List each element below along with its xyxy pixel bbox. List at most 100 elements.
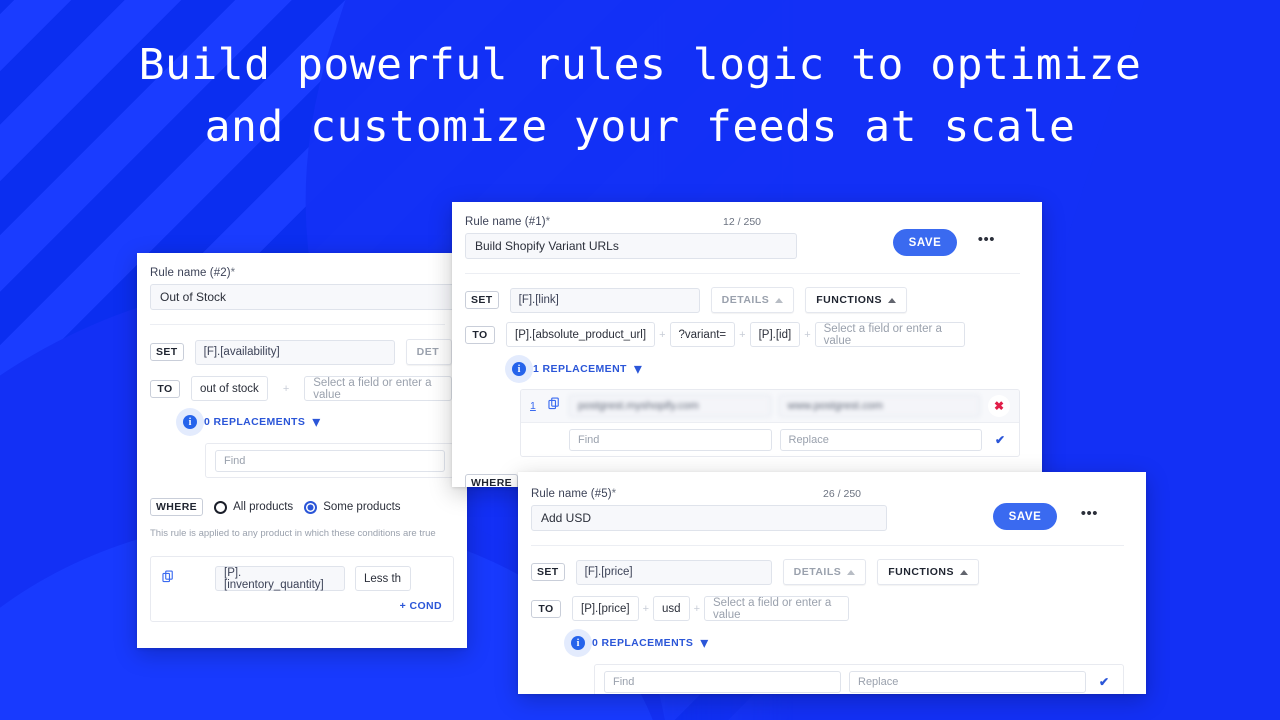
rule2-radio-all-products[interactable]: All products (214, 500, 293, 514)
chevron-up-icon (847, 569, 856, 575)
rule2-set-field-value: [F].[availability] (203, 346, 280, 358)
plus-separator-icon: + (739, 328, 746, 341)
rule1-where-label: WHERE (465, 474, 519, 487)
rule5-to-chip-0-value: [P].[price] (581, 602, 630, 615)
rule2-to-value-input[interactable]: Select a field or enter a value (304, 376, 453, 401)
chevron-up-icon (775, 297, 784, 303)
rule1-replacement-replace-value[interactable]: www.postgrest.com (778, 395, 980, 417)
chevron-up-icon (960, 569, 969, 575)
rule5-set-field[interactable]: [F].[price] (575, 559, 772, 585)
rule5-more-options-button[interactable]: ••• (1081, 506, 1098, 521)
rule1-details-label: DETAILS (721, 294, 770, 306)
plus-separator-icon: + (642, 602, 650, 615)
rule2-add-condition-button[interactable]: + COND (162, 600, 442, 612)
rule1-replacement-index[interactable]: 1 (530, 400, 540, 412)
rule5-functions-label: FUNCTIONS (888, 566, 955, 578)
rule1-to-chip-1[interactable]: ?variant= (669, 322, 736, 347)
rule2-condition-box: [P].[inventory_quantity] Less th + COND (150, 556, 454, 622)
rule2-set-label: SET (150, 343, 184, 361)
rule1-to-value-input[interactable]: Select a field or enter a value (814, 322, 965, 347)
rule1-confirm-replacement-button[interactable]: ✔ (990, 433, 1010, 447)
rule2-required-mark: * (230, 267, 236, 279)
rule1-to-chip-2-value: [P].[id] (758, 328, 792, 341)
rule1-set-label: SET (465, 291, 499, 309)
rule1-replacements-toggle[interactable]: i 1 REPLACEMENT ▾ (452, 359, 1042, 379)
rule5-find-input[interactable]: Find (604, 670, 841, 693)
rule1-name-label-text: Rule name (#1) (465, 216, 546, 228)
rule1-find-placeholder: Find (578, 433, 600, 446)
rule1-functions-label: FUNCTIONS (816, 294, 883, 306)
rule5-divider (531, 545, 1124, 546)
rule2-plus-separator-icon: + (282, 382, 290, 395)
rule2-details-label: DET (416, 346, 440, 358)
rule2-name-label-text: Rule name (#2) (150, 267, 231, 279)
plus-separator-icon: + (693, 602, 700, 615)
rule1-divider (465, 273, 1020, 274)
rule2-name-value: Out of Stock (160, 290, 227, 304)
rule2-to-chip-value: out of stock (200, 382, 259, 395)
rule2-to-chip[interactable]: out of stock (191, 376, 268, 401)
info-icon: i (571, 636, 585, 650)
rule1-to-chip-2[interactable]: [P].[id] (749, 322, 801, 347)
rule1-set-field[interactable]: [F].[link] (509, 287, 700, 313)
plus-separator-icon: + (659, 328, 666, 341)
rule2-condition-field[interactable]: [P].[inventory_quantity] (215, 566, 345, 591)
rule-card-2: Rule name (#2)* Out of Stock SET [F].[av… (137, 253, 467, 648)
rule1-remove-replacement-button[interactable]: ✖ (988, 395, 1010, 417)
rule5-replacements-toggle[interactable]: i 0 REPLACEMENTS ▾ (518, 633, 1146, 653)
rule1-replace-input[interactable]: Replace (779, 428, 982, 451)
rule2-set-field[interactable]: [F].[availability] (194, 339, 395, 365)
rule1-more-options-button[interactable]: ••• (978, 232, 995, 247)
rule2-replacements-toggle[interactable]: i 0 REPLACEMENTS ▾ (137, 412, 467, 432)
rule5-save-button[interactable]: SAVE (993, 503, 1057, 530)
rule5-details-button[interactable]: DETAILS (782, 559, 867, 585)
rule1-name-input[interactable]: Build Shopify Variant URLs (465, 233, 797, 259)
rule5-replacement-box: Find Replace ✔ (594, 664, 1124, 694)
rule1-char-counter: 12 / 250 (723, 216, 761, 228)
rule1-to-chip-0-value: [P].[absolute_product_url] (515, 328, 647, 341)
rule2-find-input[interactable]: Find (215, 449, 445, 472)
chevron-up-icon (888, 297, 897, 303)
rule5-name-input[interactable]: Add USD (531, 505, 887, 531)
rule2-name-input[interactable]: Out of Stock (150, 284, 460, 310)
rule1-find-input[interactable]: Find (569, 428, 772, 451)
rule2-hint: This rule is applied to any product in w… (150, 528, 436, 539)
rule2-condition-operator-value: Less th (364, 572, 402, 585)
rule1-to-chip-1-value: ?variant= (678, 328, 727, 341)
rule1-replacement-row: 1 postgrest.myshopify.com www.postgrest.… (521, 390, 1019, 423)
radio-icon-all (214, 500, 228, 514)
rule1-replacements-label: 1 REPLACEMENT (533, 363, 627, 375)
rule2-divider (150, 324, 445, 325)
rule1-replacement-replace-text: www.postgrest.com (787, 400, 883, 412)
chevron-down-icon: ▾ (700, 635, 709, 652)
rule5-replace-placeholder: Replace (858, 675, 899, 688)
rule1-replacement-box: 1 postgrest.myshopify.com www.postgrest.… (520, 389, 1020, 457)
radio-icon-some (304, 500, 318, 514)
duplicate-icon[interactable] (162, 569, 175, 588)
rule2-to-label: TO (150, 379, 180, 398)
rule2-condition-field-value: [P].[inventory_quantity] (224, 566, 324, 591)
rule5-replacement-new-row: Find Replace ✔ (595, 665, 1123, 694)
rule5-replace-input[interactable]: Replace (849, 670, 1086, 693)
rule1-replace-placeholder: Replace (788, 433, 829, 446)
rule5-to-chip-0[interactable]: [P].[price] (572, 596, 639, 621)
rule2-name-label: Rule name (#2)* (150, 267, 445, 279)
rule-card-1: Rule name (#1)* 12 / 250 Build Shopify V… (452, 202, 1042, 487)
plus-separator-icon: + (804, 328, 811, 341)
rule2-details-button[interactable]: DET (405, 339, 452, 365)
rule1-replacement-find-value[interactable]: postgrest.myshopify.com (569, 395, 771, 417)
rule5-confirm-replacement-button[interactable]: ✔ (1094, 675, 1114, 689)
rule2-replacements-label: 0 REPLACEMENTS (204, 416, 306, 428)
rule5-to-value-input[interactable]: Select a field or enter a value (704, 596, 849, 621)
rule1-to-chip-0[interactable]: [P].[absolute_product_url] (506, 322, 656, 347)
rule1-details-button[interactable]: DETAILS (710, 287, 795, 313)
rule2-radio-some-products[interactable]: Some products (304, 500, 401, 514)
rule1-functions-button[interactable]: FUNCTIONS (805, 287, 908, 313)
rule5-to-chip-1[interactable]: usd (653, 596, 690, 621)
info-icon: i (183, 415, 197, 429)
rule1-replacement-new-row: Find Replace ✔ (521, 423, 1019, 456)
rule5-functions-button[interactable]: FUNCTIONS (877, 559, 980, 585)
rule1-save-button[interactable]: SAVE (893, 229, 957, 256)
duplicate-icon[interactable] (548, 397, 561, 415)
rule2-condition-operator[interactable]: Less th (355, 566, 411, 591)
